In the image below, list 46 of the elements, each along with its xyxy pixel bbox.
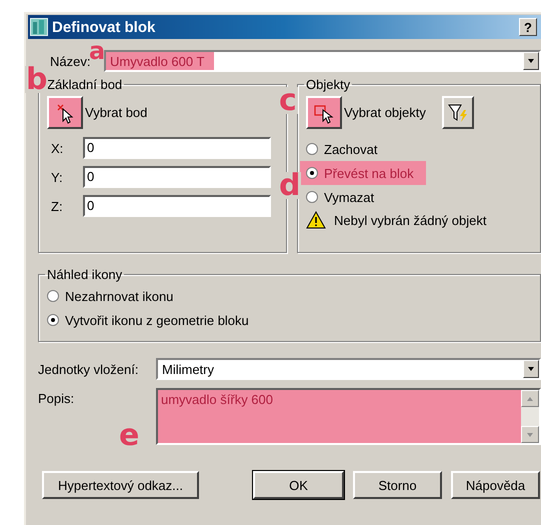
dialog-button[interactable]: Storno (353, 471, 442, 499)
dialog-button[interactable]: OK (253, 471, 344, 499)
dropdown-arrow-icon (527, 57, 535, 65)
filter-icon (446, 102, 469, 124)
warning-icon (306, 211, 326, 229)
group-title: Objekty (305, 77, 352, 92)
coordinate-field[interactable]: 0 (83, 195, 271, 217)
coordinate-label: Y: (51, 170, 64, 184)
window-title: Definovat blok (52, 18, 156, 36)
help-button[interactable]: ? (519, 18, 537, 36)
pick-point-button[interactable] (47, 96, 83, 129)
group-title: Základní bod (46, 77, 124, 92)
coordinate-label: X: (51, 140, 64, 156)
annotation-letter: a (89, 41, 106, 63)
annotation-letter: d (278, 172, 302, 199)
option-label: Vytvořit ikonu z geometrie bloku (65, 312, 249, 328)
radio-button[interactable] (47, 314, 59, 326)
quick-select-button[interactable] (442, 96, 474, 129)
radio-button[interactable] (306, 191, 318, 203)
units-combo[interactable]: Milimetry (156, 358, 541, 380)
radio-button[interactable] (47, 290, 59, 302)
select-objects-label: Vybrat objekty (344, 105, 426, 120)
coordinate-field[interactable]: 0 (83, 137, 271, 159)
coordinate-label: Z: (51, 198, 64, 214)
description-label: Popis: (38, 390, 76, 406)
radio-button[interactable] (306, 143, 318, 155)
dropdown-button[interactable] (523, 52, 539, 70)
option-label: Nezahrnovat ikonu (65, 288, 174, 304)
units-label: Jednotky vložení: (38, 362, 140, 376)
dropdown-button[interactable] (523, 360, 539, 378)
pick-point-label: Vybrat bod (85, 105, 148, 120)
group-title: Náhled ikony (46, 267, 124, 282)
dialog-button[interactable]: Nápověda (451, 471, 540, 499)
option-label: Převést na blok (324, 166, 414, 180)
dialog-button[interactable]: Hypertextový odkaz... (42, 471, 199, 499)
annotation-letter: c (278, 87, 298, 114)
dropdown-arrow-icon (527, 365, 535, 373)
name-label: Název: (49, 54, 90, 68)
radio-button[interactable] (306, 167, 318, 179)
annotation-letter: b (25, 66, 48, 93)
coordinate-field[interactable]: 0 (83, 166, 271, 188)
warning-message: Nebyl vybrán žádný objekt (334, 212, 486, 228)
select-objects-button[interactable] (306, 96, 342, 129)
option-label: Zachovat (324, 142, 378, 156)
building-icon (30, 18, 48, 36)
option-label: Vymazat (324, 190, 374, 204)
